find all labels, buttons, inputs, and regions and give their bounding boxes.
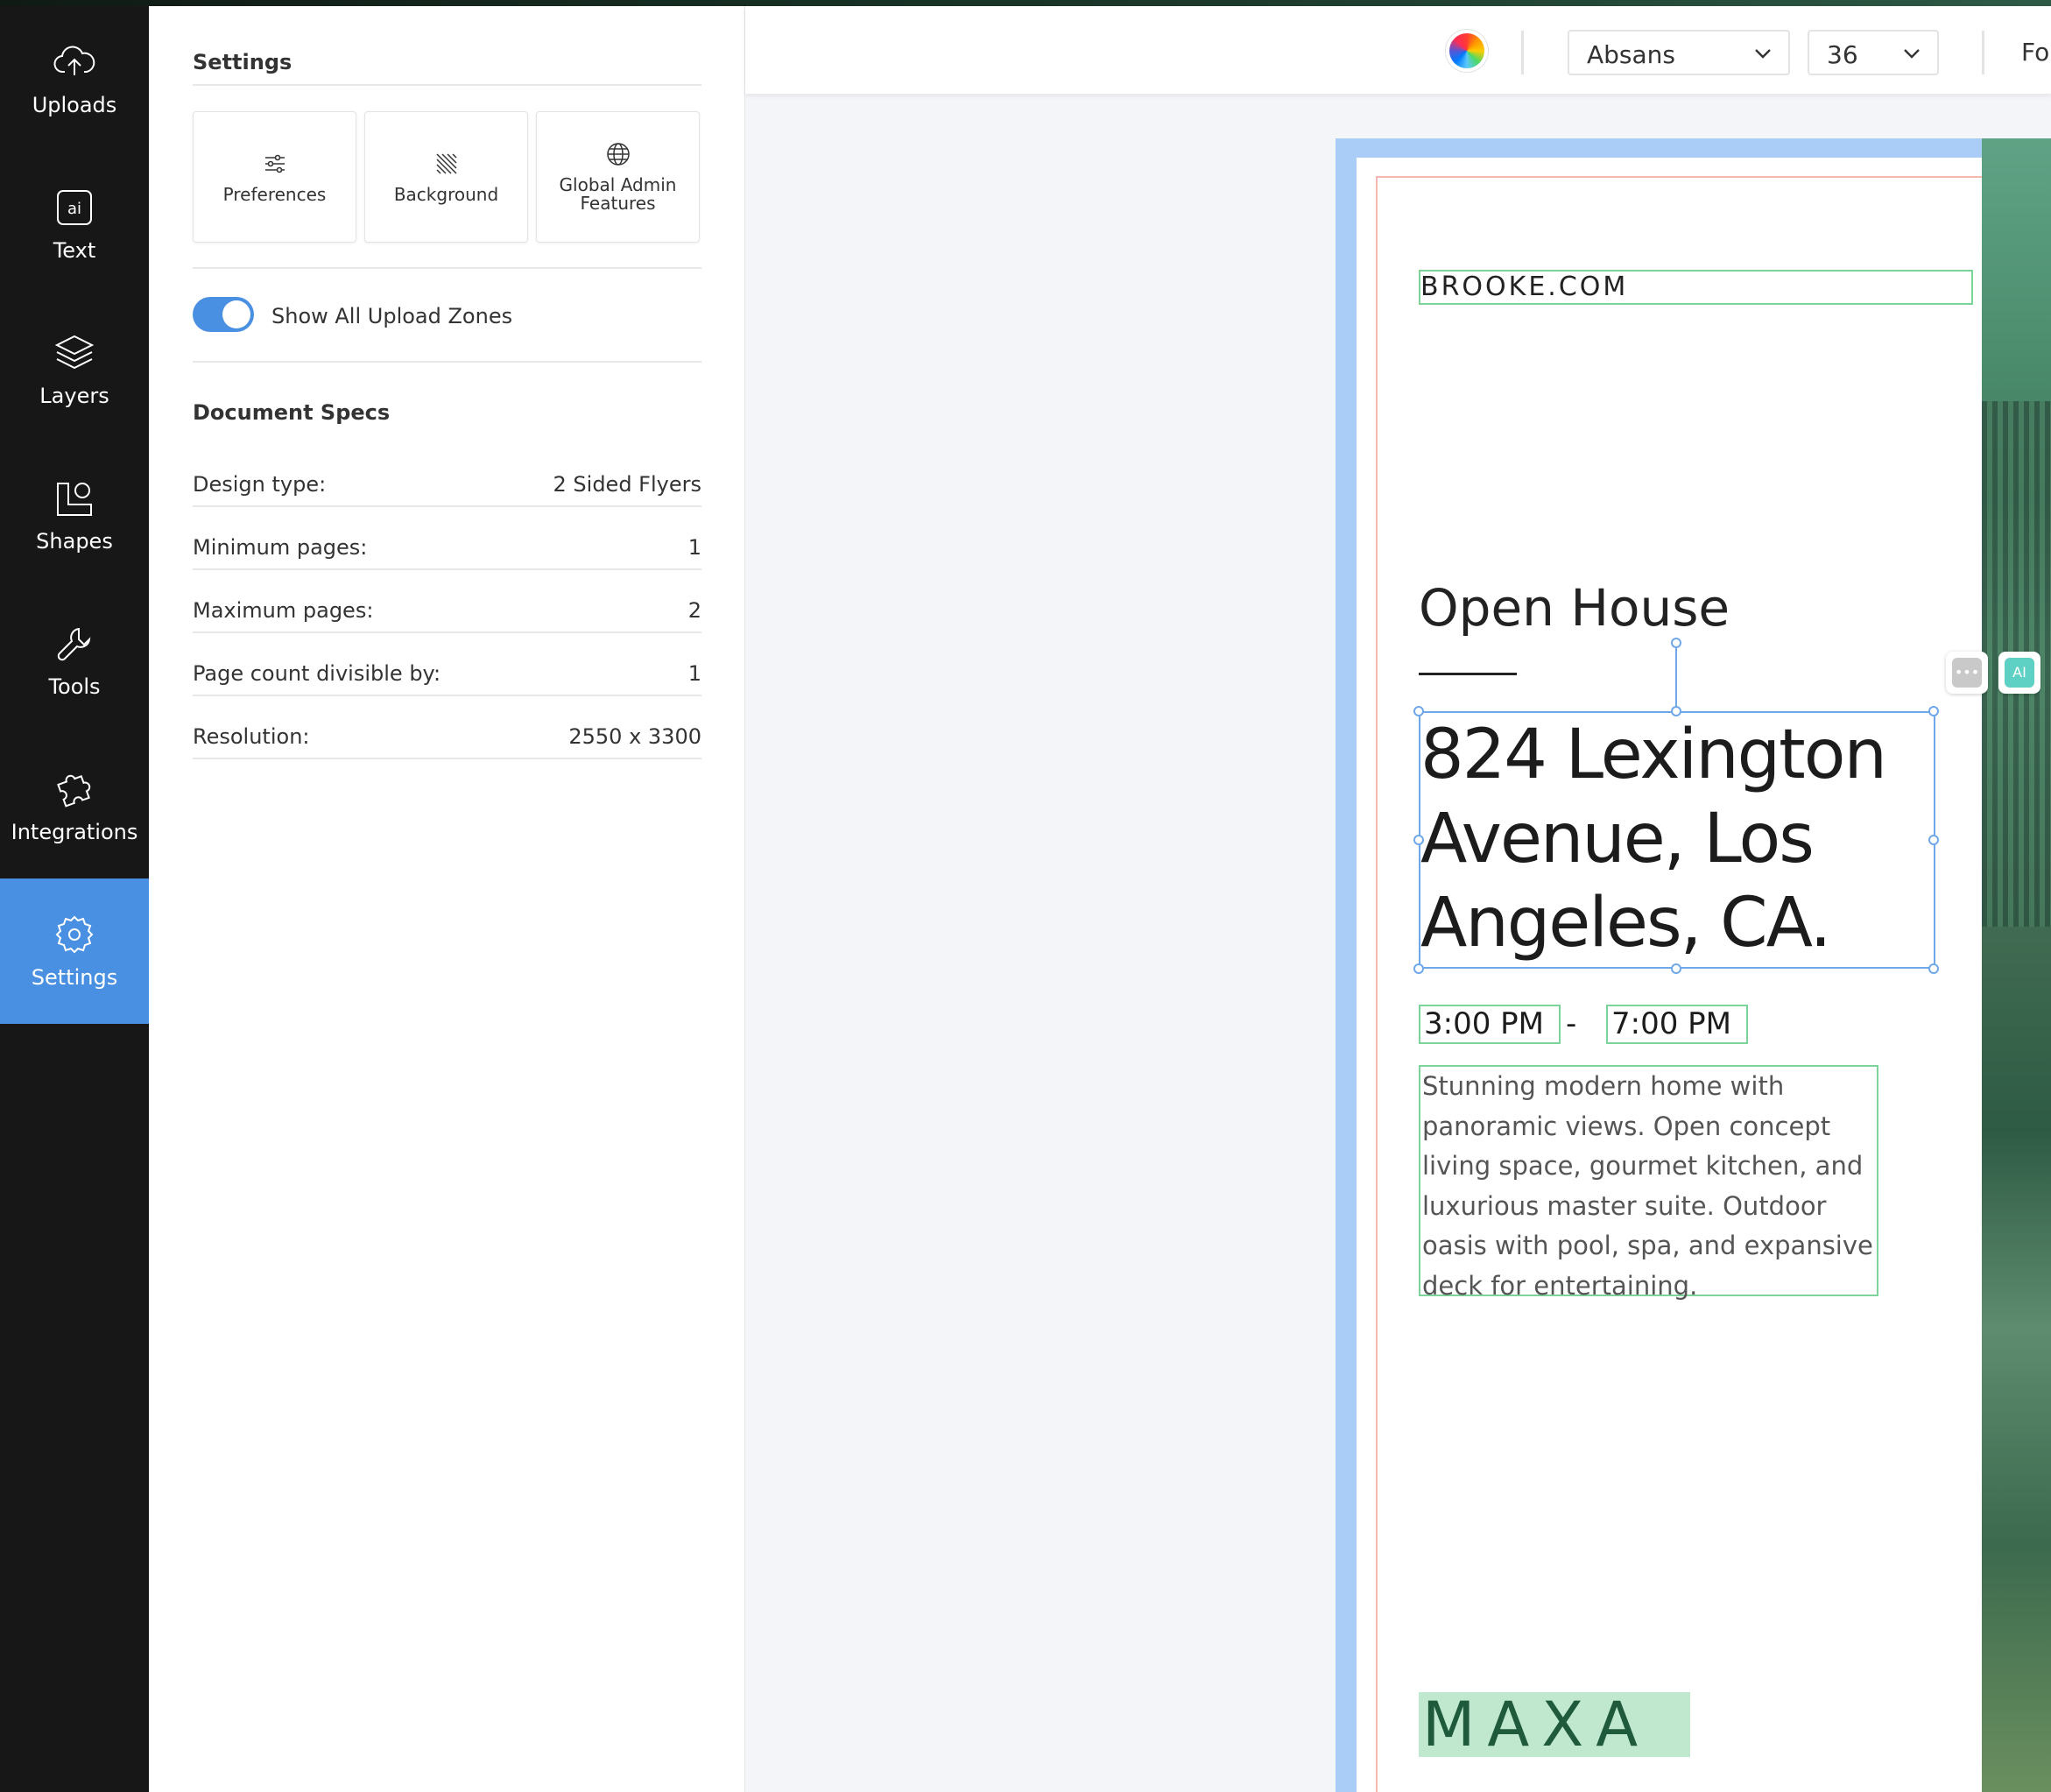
panel-title: Settings bbox=[193, 50, 292, 74]
top-accent-strip bbox=[0, 0, 2051, 6]
start-time-text[interactable]: 3:00 PM bbox=[1419, 1005, 1561, 1044]
spec-value: 1 bbox=[687, 661, 701, 686]
spec-key: Resolution: bbox=[193, 724, 310, 749]
address-line: 824 Lexington bbox=[1420, 716, 1887, 794]
background-label: Background bbox=[393, 183, 499, 205]
spec-value: 2 Sided Flyers bbox=[553, 472, 701, 497]
spec-key: Maximum pages: bbox=[193, 598, 374, 623]
nav-text-label: Text bbox=[53, 238, 96, 263]
resize-handle[interactable] bbox=[1671, 706, 1681, 716]
resize-handle[interactable] bbox=[1413, 706, 1424, 716]
app-root: Uploads ai Text Layers Shapes Tools Inte… bbox=[0, 0, 2051, 1792]
description-text[interactable]: Stunning modern home with panoramic view… bbox=[1419, 1065, 1878, 1301]
spec-value: 2550 x 3300 bbox=[568, 724, 701, 749]
margin-guide-vertical bbox=[1376, 176, 1378, 1792]
open-house-heading[interactable]: Open House bbox=[1419, 578, 1730, 638]
spec-key: Page count divisible by: bbox=[193, 661, 441, 686]
preferences-label: Preferences bbox=[222, 183, 327, 205]
toolbar-separator bbox=[1982, 31, 1984, 74]
nav-text[interactable]: ai Text bbox=[0, 152, 149, 297]
divider bbox=[193, 361, 701, 363]
nav-uploads-label: Uploads bbox=[32, 93, 117, 117]
toolbar-separator bbox=[1521, 31, 1524, 74]
resize-handle[interactable] bbox=[1928, 706, 1939, 716]
font-family-value: Absans bbox=[1587, 40, 1676, 69]
spec-value: 2 bbox=[687, 598, 701, 623]
resize-handle[interactable] bbox=[1928, 963, 1939, 974]
spec-row-max-pages: Maximum pages: 2 bbox=[193, 570, 701, 633]
resize-handle[interactable] bbox=[1413, 835, 1424, 845]
wrench-icon bbox=[57, 627, 91, 661]
address-line: Angeles, CA. bbox=[1420, 884, 1831, 963]
format-toolbar: Absans 36 Fo bbox=[745, 6, 2051, 94]
hatch-pattern-icon bbox=[435, 152, 457, 174]
resize-handle[interactable] bbox=[1928, 835, 1939, 845]
global-admin-label: Global Admin Features bbox=[559, 174, 677, 214]
spec-row-resolution: Resolution: 2550 x 3300 bbox=[193, 696, 701, 759]
heading-rule bbox=[1419, 673, 1517, 675]
divider bbox=[193, 84, 701, 86]
toolbar-truncated-button[interactable]: Fo bbox=[2021, 38, 2049, 67]
nav-uploads[interactable]: Uploads bbox=[0, 6, 149, 152]
upload-zones-toggle[interactable] bbox=[193, 297, 254, 332]
spec-row-min-pages: Minimum pages: 1 bbox=[193, 507, 701, 570]
shapes-icon bbox=[57, 483, 92, 516]
font-size-value: 36 bbox=[1827, 40, 1858, 69]
spec-row-divisible: Page count divisible by: 1 bbox=[193, 633, 701, 696]
rotation-handle-line bbox=[1675, 643, 1677, 711]
more-options-icon: ••• bbox=[1952, 658, 1982, 688]
left-nav: Uploads ai Text Layers Shapes Tools Inte… bbox=[0, 6, 149, 1792]
background-card[interactable]: Background bbox=[364, 111, 528, 243]
settings-panel: Settings Preferences Background Global A… bbox=[149, 6, 745, 1792]
sliders-icon bbox=[264, 154, 285, 173]
ai-text-icon: ai bbox=[57, 190, 92, 225]
font-size-dropdown[interactable]: 36 bbox=[1808, 30, 1939, 75]
more-options-button[interactable]: ••• bbox=[1946, 652, 1988, 694]
upload-zones-label: Show All Upload Zones bbox=[271, 304, 513, 328]
maxa-logo[interactable]: MAXA bbox=[1419, 1692, 1690, 1757]
spec-row-design-type: Design type: 2 Sided Flyers bbox=[193, 444, 701, 507]
resize-handle[interactable] bbox=[1413, 963, 1424, 974]
nav-layers[interactable]: Layers bbox=[0, 297, 149, 442]
font-family-dropdown[interactable]: Absans bbox=[1568, 30, 1790, 75]
website-text[interactable]: BROOKE.COM bbox=[1419, 270, 1973, 305]
address-line: Avenue, Los bbox=[1420, 800, 1815, 878]
spec-key: Design type: bbox=[193, 472, 327, 497]
nav-shapes[interactable]: Shapes bbox=[0, 442, 149, 588]
ai-assist-button[interactable]: AI bbox=[1998, 652, 2040, 694]
property-photo[interactable] bbox=[1982, 138, 2051, 1792]
preferences-card[interactable]: Preferences bbox=[193, 111, 356, 243]
margin-guide-horizontal bbox=[1376, 176, 2051, 178]
flyer-page[interactable] bbox=[1357, 158, 2051, 1792]
divider bbox=[193, 267, 701, 269]
layers-icon bbox=[54, 335, 95, 370]
color-picker-button[interactable] bbox=[1446, 30, 1488, 72]
nav-tools-label: Tools bbox=[48, 674, 101, 699]
time-separator: - bbox=[1566, 1006, 1577, 1041]
spec-value: 1 bbox=[687, 535, 701, 560]
nav-integrations[interactable]: Integrations bbox=[0, 733, 149, 878]
chevron-down-icon bbox=[1904, 49, 1920, 59]
nav-settings[interactable]: Settings bbox=[0, 878, 149, 1024]
globe-icon bbox=[606, 143, 630, 166]
ai-assist-icon: AI bbox=[2005, 658, 2034, 688]
nav-tools[interactable]: Tools bbox=[0, 588, 149, 733]
resize-handle[interactable] bbox=[1671, 963, 1681, 974]
chevron-down-icon bbox=[1755, 49, 1771, 59]
spec-key: Minimum pages: bbox=[193, 535, 368, 560]
nav-layers-label: Layers bbox=[39, 384, 109, 408]
nav-shapes-label: Shapes bbox=[36, 529, 113, 554]
rotate-handle[interactable] bbox=[1671, 638, 1681, 648]
document-specs-title: Document Specs bbox=[193, 400, 391, 425]
global-admin-card[interactable]: Global Admin Features bbox=[536, 111, 700, 243]
gear-icon bbox=[55, 915, 94, 954]
nav-settings-label: Settings bbox=[31, 965, 118, 990]
nav-integrations-label: Integrations bbox=[11, 820, 138, 844]
end-time-text[interactable]: 7:00 PM bbox=[1606, 1005, 1748, 1044]
address-text-box[interactable]: 824 Lexington Avenue, Los Angeles, CA. bbox=[1419, 711, 1935, 969]
cloud-upload-icon bbox=[53, 46, 95, 75]
ai-glyph: ai bbox=[67, 200, 81, 218]
toggle-knob bbox=[222, 300, 250, 328]
puzzle-icon bbox=[57, 774, 91, 808]
